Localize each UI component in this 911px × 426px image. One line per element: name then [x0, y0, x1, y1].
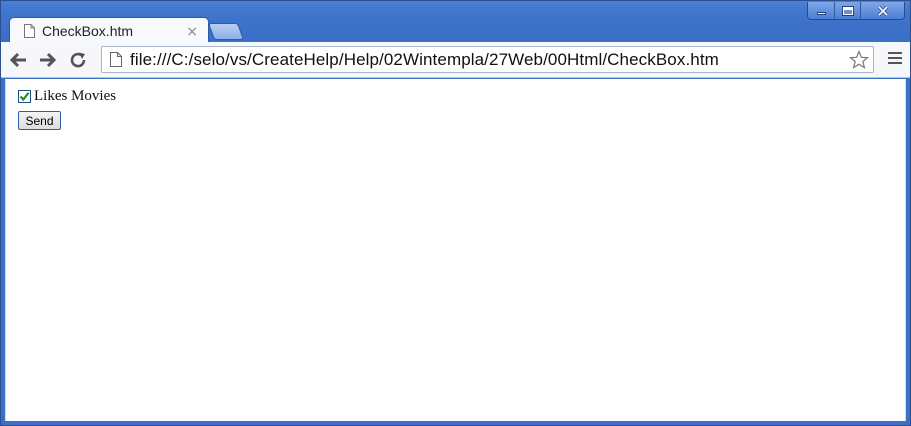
page-icon — [24, 24, 35, 38]
address-bar[interactable]: file:///C:/selo/vs/CreateHelp/Help/02Win… — [101, 46, 874, 73]
tab-checkbox[interactable]: CheckBox.htm × — [9, 17, 209, 44]
close-icon — [877, 5, 888, 16]
tab-title: CheckBox.htm — [42, 23, 134, 39]
back-arrow-icon — [9, 52, 26, 67]
back-button[interactable] — [5, 47, 31, 73]
url-text: file:///C:/selo/vs/CreateHelp/Help/02Win… — [130, 49, 719, 69]
reload-icon — [70, 52, 86, 67]
check-mark-icon — [19, 92, 30, 102]
menu-icon[interactable] — [888, 52, 902, 67]
browser-window: CheckBox.htm × file:///C:/selo/vs/Create… — [0, 0, 911, 426]
page-icon — [110, 52, 122, 67]
reload-button[interactable] — [65, 47, 91, 73]
forward-button[interactable] — [35, 47, 61, 73]
star-icon[interactable] — [849, 50, 869, 70]
maximize-icon — [842, 6, 853, 15]
forward-arrow-icon — [40, 52, 57, 67]
likes-movies-checkbox[interactable] — [18, 90, 31, 103]
new-tab-button[interactable] — [207, 23, 245, 40]
likes-movies-row: Likes Movies — [18, 88, 116, 105]
likes-movies-label: Likes Movies — [34, 88, 117, 104]
toolbar: file:///C:/selo/vs/CreateHelp/Help/02Win… — [1, 42, 910, 78]
send-button[interactable]: Send — [18, 111, 61, 130]
tab-strip: CheckBox.htm × — [1, 15, 910, 44]
page-content: Likes Movies Send — [5, 79, 906, 421]
tab-close-icon[interactable]: × — [186, 24, 198, 40]
